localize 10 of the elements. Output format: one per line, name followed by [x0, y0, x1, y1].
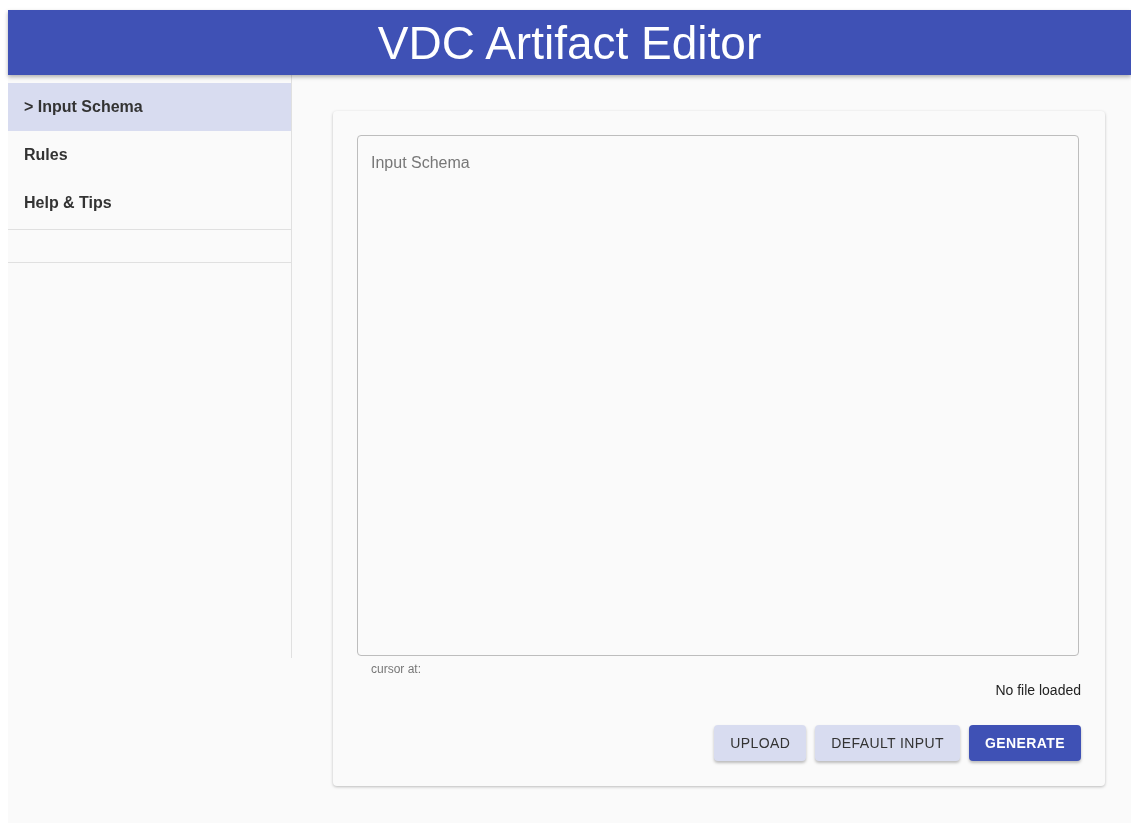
file-status-label: No file loaded: [995, 682, 1081, 698]
sidebar-item[interactable]: > Input Schema: [8, 83, 291, 131]
sidebar-item[interactable]: Rules: [8, 131, 291, 179]
cursor-position-label: cursor at:: [371, 662, 422, 676]
action-button[interactable]: GENERATE: [969, 725, 1081, 761]
app-title: VDC Artifact Editor: [377, 15, 762, 70]
schema-input-field[interactable]: Input Schema: [357, 135, 1079, 656]
sidebar-item[interactable]: Help & Tips: [8, 179, 291, 227]
action-button[interactable]: DEFAULT INPUT: [815, 725, 961, 761]
action-button[interactable]: UPLOAD: [714, 725, 807, 761]
